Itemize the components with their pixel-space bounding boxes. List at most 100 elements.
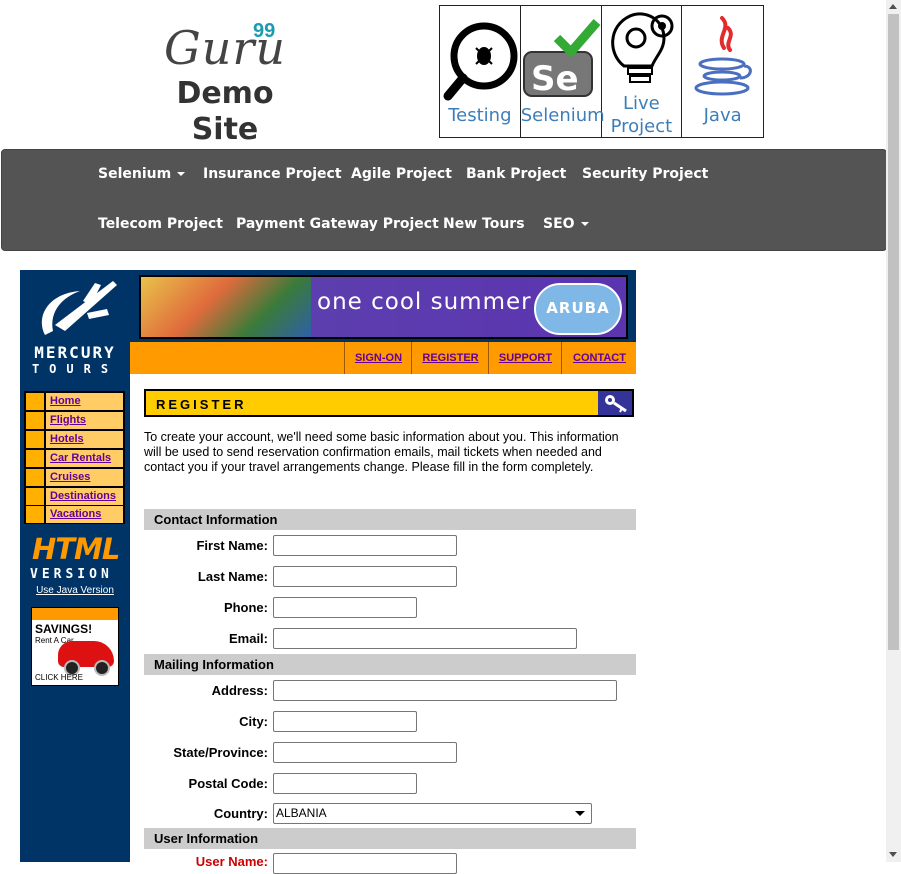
- email-label: Email:: [228, 631, 268, 646]
- nav-selenium-dropdown[interactable]: Selenium: [98, 166, 186, 182]
- section-contact-information: Contact Information: [144, 509, 636, 530]
- mercury-logo-line2: TOURS: [31, 362, 119, 376]
- nav-payment-gateway-project[interactable]: Payment Gateway Project: [236, 216, 439, 232]
- course-live-project[interactable]: Live Project: [602, 6, 683, 137]
- state-province-input[interactable]: [273, 742, 457, 763]
- phone-input[interactable]: [273, 597, 417, 618]
- register-intro-text: To create your account, we'll need some …: [144, 430, 619, 474]
- address-input[interactable]: [273, 680, 617, 701]
- nav-seo-dropdown[interactable]: SEO: [543, 216, 589, 232]
- side-nav-bullet: [26, 431, 44, 448]
- lightbulb-gears-icon: [610, 12, 673, 83]
- side-nav-item: Home: [26, 393, 123, 410]
- course-testing[interactable]: Testing: [440, 6, 521, 137]
- banner-text: one cool summer: [317, 289, 532, 315]
- nav-security-project[interactable]: Security Project: [582, 166, 708, 182]
- country-selected-value: ALBANIA: [276, 806, 327, 820]
- side-nav-item: Flights: [26, 412, 123, 429]
- nav-insurance-project[interactable]: Insurance Project: [203, 166, 342, 182]
- side-nav-item: Car Rentals: [26, 450, 123, 467]
- side-link-vacations[interactable]: Vacations: [46, 506, 123, 523]
- selenium-checkmark-icon: Se: [522, 19, 601, 99]
- register-title: REGISTER: [156, 397, 247, 412]
- course-live-label-line1: Live: [622, 93, 660, 114]
- chevron-down-icon: [575, 811, 585, 816]
- state-province-label: State/Province:: [173, 745, 268, 760]
- java-cup-icon: [694, 16, 753, 96]
- logo-subtitle: Demo Site: [176, 76, 274, 147]
- logo-superscript: 99: [253, 20, 276, 42]
- scroll-up-icon[interactable]: [889, 4, 897, 9]
- car-wheel: [94, 660, 110, 676]
- mercury-side-nav: Home Flights Hotels Car Rentals Cruises …: [24, 391, 125, 524]
- country-select[interactable]: ALBANIA: [273, 803, 592, 824]
- side-link-cruises[interactable]: Cruises: [46, 469, 123, 486]
- nav-bank-project[interactable]: Bank Project: [466, 166, 566, 182]
- nav-telecom-project[interactable]: Telecom Project: [98, 216, 223, 232]
- first-name-input[interactable]: [273, 535, 457, 556]
- nav-agile-project[interactable]: Agile Project: [351, 166, 452, 182]
- address-label: Address:: [211, 683, 268, 698]
- html-version-badge: HTML VERSION: [28, 530, 122, 582]
- svg-text:Se: Se: [531, 59, 579, 99]
- register-title-bar: REGISTER: [144, 389, 634, 417]
- side-link-destinations[interactable]: Destinations: [46, 488, 123, 505]
- first-name-label: First Name:: [196, 538, 268, 553]
- rent-a-car-ad[interactable]: SAVINGS! Rent A Car CLICK HERE: [31, 607, 119, 686]
- section-mailing-information: Mailing Information: [144, 654, 636, 675]
- ad-cta: CLICK HERE: [35, 673, 84, 682]
- last-name-label: Last Name:: [197, 569, 268, 584]
- aruba-badge-text: ARUBA: [546, 299, 610, 317]
- course-selenium-label: Selenium: [520, 105, 605, 126]
- side-nav-bullet: [26, 450, 44, 467]
- key-icon: [598, 391, 632, 415]
- link-sign-on[interactable]: SIGN-ON: [344, 342, 412, 374]
- city-input[interactable]: [273, 711, 417, 732]
- link-contact[interactable]: CONTACT: [561, 342, 637, 374]
- phone-label: Phone:: [223, 600, 268, 615]
- aruba-badge: ARUBA: [534, 283, 622, 335]
- logo-brand: Guru: [164, 21, 286, 75]
- side-link-flights[interactable]: Flights: [46, 412, 123, 429]
- aruba-banner-ad[interactable]: one cool summer ARUBA: [139, 275, 628, 339]
- mercury-logo-line1: MERCURY: [34, 343, 116, 362]
- last-name-input[interactable]: [273, 566, 457, 587]
- side-nav-item: Vacations: [26, 506, 123, 523]
- nav-seo-label: SEO: [543, 216, 575, 232]
- postal-code-label: Postal Code:: [188, 776, 268, 791]
- use-java-version-link[interactable]: Use Java Version: [20, 585, 130, 596]
- course-java[interactable]: Java: [682, 6, 763, 137]
- mercury-tours-logo: MERCURY TOURS: [25, 275, 125, 380]
- html-version-line1: HTML: [32, 532, 120, 566]
- email-input[interactable]: [273, 628, 577, 649]
- side-nav-bullet: [26, 488, 44, 505]
- side-nav-bullet: [26, 412, 44, 429]
- ad-title: SAVINGS!: [35, 622, 93, 636]
- scrollbar-thumb[interactable]: [888, 14, 899, 650]
- side-nav-item: Destinations: [26, 488, 123, 505]
- html-version-line2: VERSION: [30, 567, 113, 582]
- scroll-down-icon[interactable]: [889, 852, 897, 857]
- side-nav-bullet: [26, 506, 44, 523]
- side-nav-item: Hotels: [26, 431, 123, 448]
- country-label: Country:: [213, 806, 268, 821]
- banner-photo: [141, 277, 311, 337]
- nav-new-tours[interactable]: New Tours: [443, 216, 525, 232]
- side-link-hotels[interactable]: Hotels: [46, 431, 123, 448]
- link-support[interactable]: SUPPORT: [488, 342, 562, 374]
- user-name-input[interactable]: [273, 853, 457, 874]
- side-nav-bullet: [26, 469, 44, 486]
- side-link-home[interactable]: Home: [46, 393, 123, 410]
- guru99-logo[interactable]: Guru 99 Demo Site: [140, 20, 310, 147]
- caret-down-icon: [580, 222, 589, 226]
- course-testing-label: Testing: [448, 105, 512, 126]
- postal-code-input[interactable]: [273, 773, 417, 794]
- side-nav-item: Cruises: [26, 469, 123, 486]
- main-navbar: [1, 149, 887, 251]
- course-selenium[interactable]: Se Selenium: [520, 6, 605, 137]
- link-register[interactable]: REGISTER: [411, 342, 489, 374]
- city-label: City:: [239, 714, 268, 729]
- side-link-car-rentals[interactable]: Car Rentals: [46, 450, 123, 467]
- course-live-label-line2: Project: [610, 116, 673, 137]
- course-links: Testing Se Selenium Live Project Java: [439, 5, 764, 138]
